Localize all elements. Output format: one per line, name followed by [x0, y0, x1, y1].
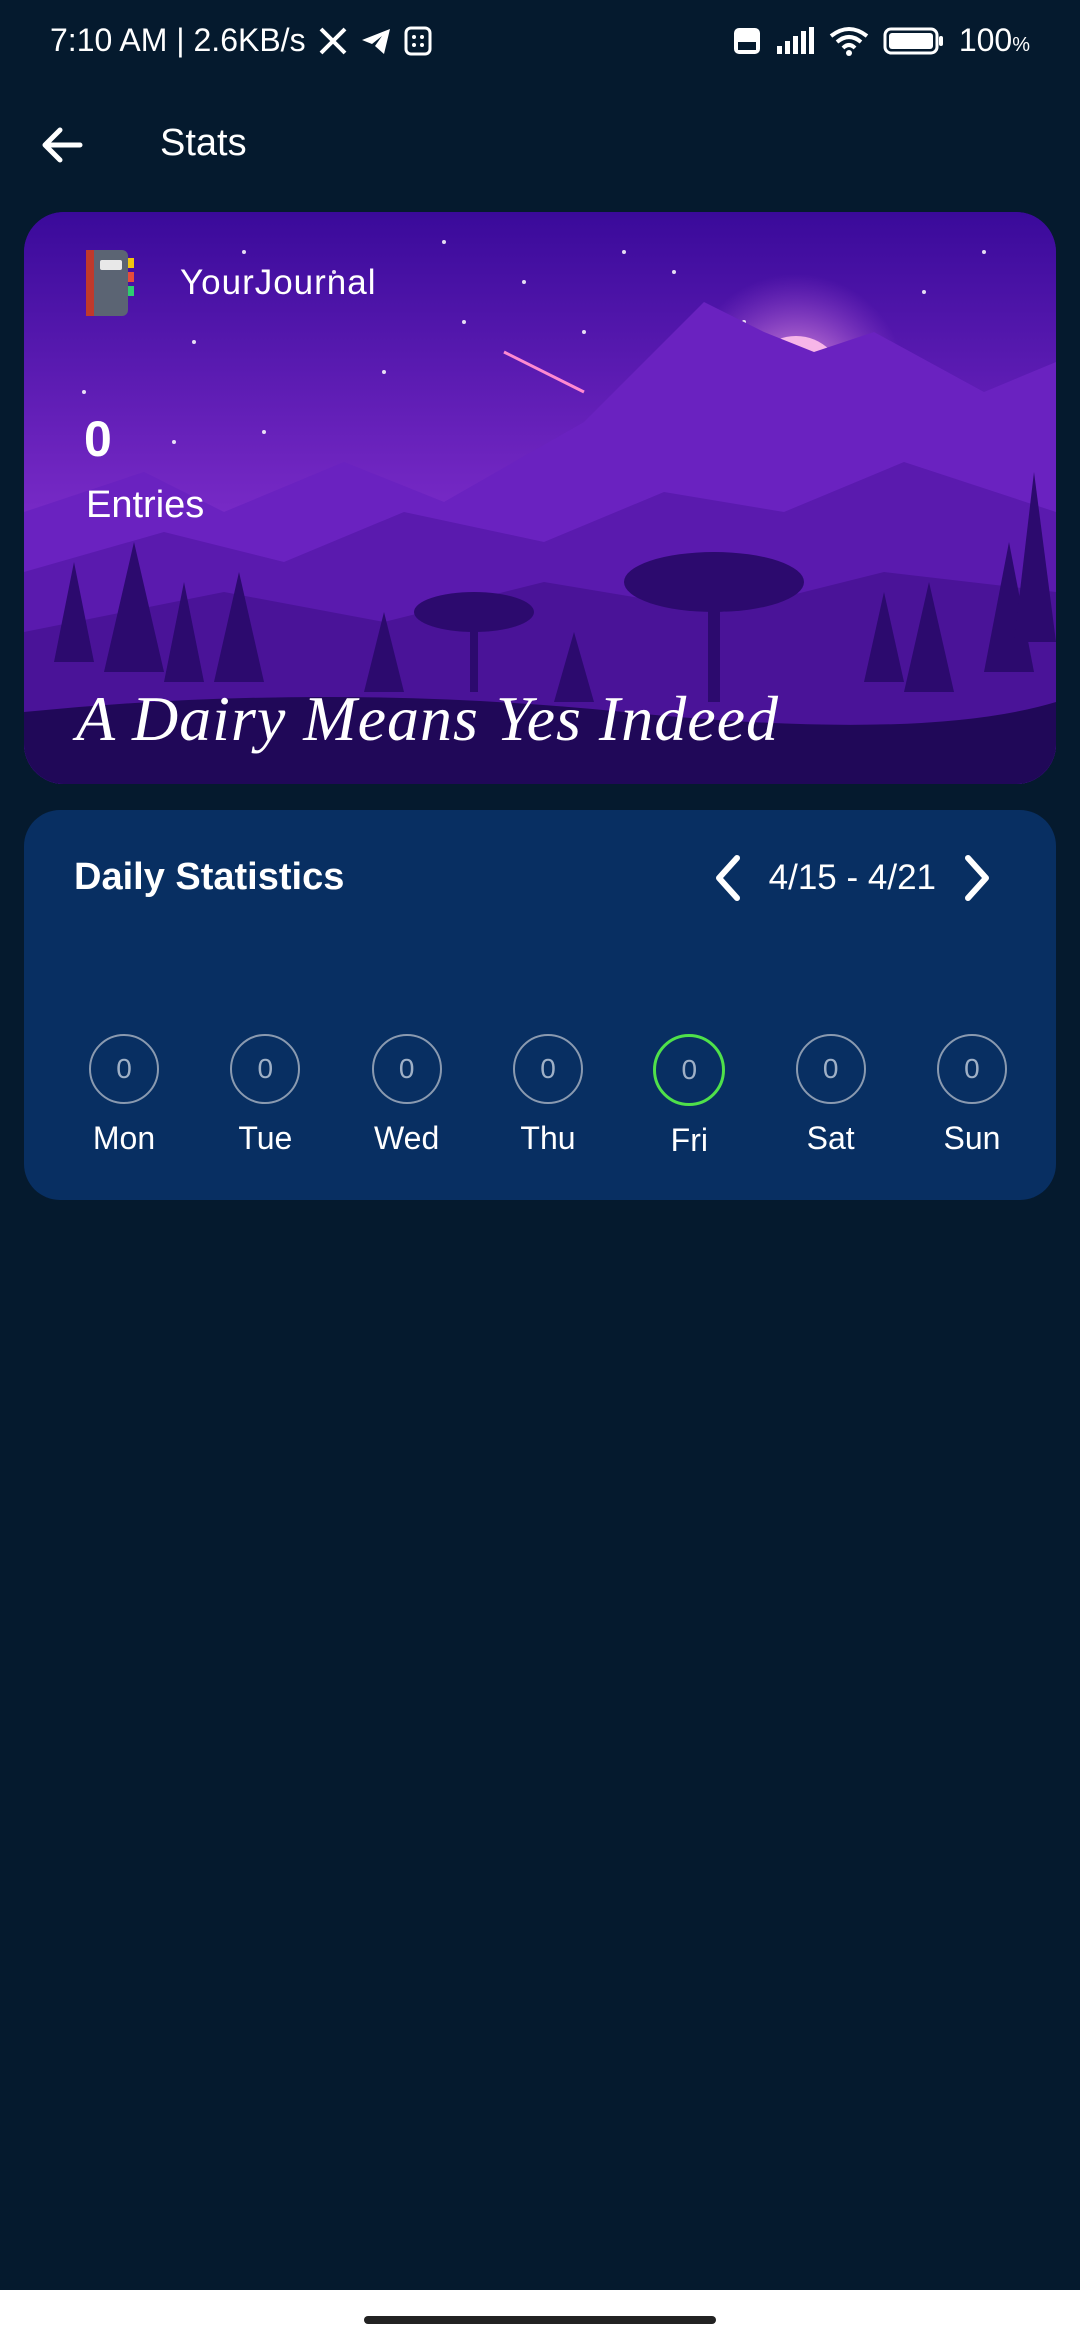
day-count-ring: 0 — [512, 1034, 583, 1104]
app-name: YourJournal — [180, 263, 377, 302]
status-bar: 7:10 AM | 2.6KB/s 100% — [0, 0, 1080, 90]
day-label: Tue — [238, 1120, 293, 1156]
day-sat[interactable]: 0 Sat — [781, 1034, 881, 1159]
day-mon[interactable]: 0 Mon — [74, 1034, 174, 1159]
day-count-ring: 0 — [371, 1034, 442, 1104]
day-tue[interactable]: 0 Tue — [215, 1034, 315, 1159]
stats-title: Daily Statistics — [74, 856, 345, 898]
battery-icon — [883, 26, 945, 56]
hero-app-header: YourJournal — [80, 248, 377, 318]
daily-statistics-card: Daily Statistics 4/15 - 4/21 0 Mon 0 Tue… — [24, 810, 1056, 1200]
page-title: Stats — [160, 122, 247, 164]
app-bar: Stats — [0, 100, 1080, 190]
back-button[interactable] — [30, 113, 94, 177]
week-days-row: 0 Mon 0 Tue 0 Wed 0 Thu 0 Fri 0 Sat 0 Su… — [74, 1034, 1022, 1159]
entries-label: Entries — [86, 484, 205, 526]
day-count-ring: 0 — [795, 1034, 866, 1104]
day-sun[interactable]: 0 Sun — [922, 1034, 1022, 1159]
day-label: Fri — [670, 1122, 708, 1158]
volte-icon — [733, 27, 761, 55]
x-app-icon — [318, 26, 348, 56]
day-label: Sat — [806, 1120, 855, 1156]
week-range-selector: 4/15 - 4/21 — [707, 850, 998, 906]
day-fri[interactable]: 0 Fri — [639, 1034, 739, 1159]
day-wed[interactable]: 0 Wed — [357, 1034, 457, 1159]
chevron-left-icon — [715, 855, 740, 901]
sim-app-icon — [404, 26, 432, 56]
notebook-icon — [86, 250, 134, 316]
home-gesture-handle[interactable] — [364, 2316, 716, 2324]
previous-week-button[interactable] — [707, 850, 747, 906]
day-count-ring: 0 — [936, 1034, 1007, 1104]
day-label: Mon — [92, 1120, 156, 1156]
next-week-button[interactable] — [958, 850, 998, 906]
week-range-label: 4/15 - 4/21 — [768, 858, 936, 897]
status-time-speed: 7:10 AM | 2.6KB/s — [50, 22, 306, 58]
telegram-icon — [360, 26, 392, 56]
day-count-ring-today: 0 — [653, 1034, 726, 1106]
day-label: Wed — [374, 1120, 440, 1156]
day-thu[interactable]: 0 Thu — [498, 1034, 598, 1159]
entries-count: 0 — [84, 411, 112, 467]
journal-quote: A Dairy Means Yes Indeed — [76, 683, 780, 754]
system-navigation-bar — [0, 2290, 1080, 2340]
day-count-ring: 0 — [89, 1034, 159, 1104]
battery-level: 100% — [958, 22, 1030, 58]
day-count-ring: 0 — [230, 1034, 301, 1104]
arrow-left-icon — [42, 127, 83, 163]
journal-hero-card: YourJournal 0 Entries A Dairy Means Yes … — [24, 212, 1056, 784]
day-label: Sun — [943, 1120, 1001, 1156]
day-label: Thu — [520, 1120, 576, 1156]
chevron-right-icon — [965, 855, 989, 901]
wifi-icon — [829, 26, 869, 56]
signal-icon — [775, 26, 815, 56]
